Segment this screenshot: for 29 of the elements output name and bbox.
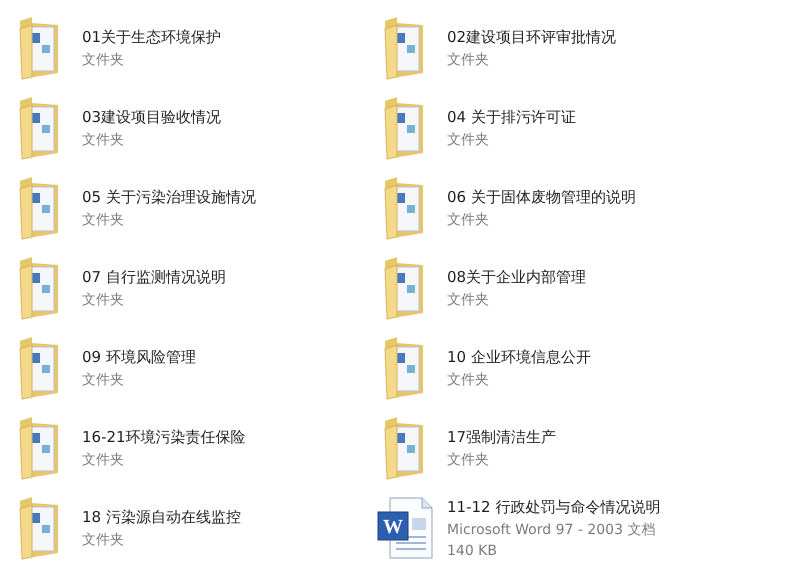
file-name[interactable]: 16-21环境污染责任保险: [82, 428, 246, 446]
file-name[interactable]: 02建设项目环评审批情况: [447, 28, 616, 46]
file-name[interactable]: 05 关于污染治理设施情况: [82, 188, 256, 206]
file-name[interactable]: 18 污染源自动在线监控: [82, 508, 241, 526]
file-name[interactable]: 11-12 行政处罚与命令情况说明: [447, 498, 660, 516]
file-detail: 文件夹: [82, 50, 125, 68]
file-name[interactable]: 03建设项目验收情况: [82, 108, 222, 126]
file-detail: 文件夹: [447, 130, 490, 148]
file-detail: 文件夹: [82, 370, 125, 388]
file-detail: 文件夹: [82, 130, 125, 148]
file-name[interactable]: 17强制清洁生产: [447, 428, 556, 446]
file-name[interactable]: 04 关于排污许可证: [447, 108, 576, 126]
file-detail: 文件夹: [447, 450, 490, 468]
file-name[interactable]: 08关于企业内部管理: [447, 268, 586, 286]
file-detail: 文件夹: [82, 450, 125, 468]
file-detail: 140 KB: [447, 542, 498, 558]
file-name[interactable]: 06 关于固体废物管理的说明: [447, 188, 636, 206]
file-detail: 文件夹: [447, 50, 490, 68]
file-detail: 文件夹: [447, 370, 490, 388]
file-name[interactable]: 10 企业环境信息公开: [447, 348, 591, 366]
file-detail: 文件夹: [82, 210, 125, 228]
file-detail: Microsoft Word 97 - 2003 文档: [447, 520, 656, 538]
file-detail: 文件夹: [447, 290, 490, 308]
file-detail: 文件夹: [82, 530, 125, 548]
file-name[interactable]: 01关于生态环境保护: [82, 28, 222, 46]
file-detail: 文件夹: [447, 210, 490, 228]
file-name[interactable]: 09 环境风险管理: [82, 348, 196, 366]
file-detail: 文件夹: [82, 290, 125, 308]
file-name[interactable]: 07 自行监测情况说明: [82, 268, 226, 286]
